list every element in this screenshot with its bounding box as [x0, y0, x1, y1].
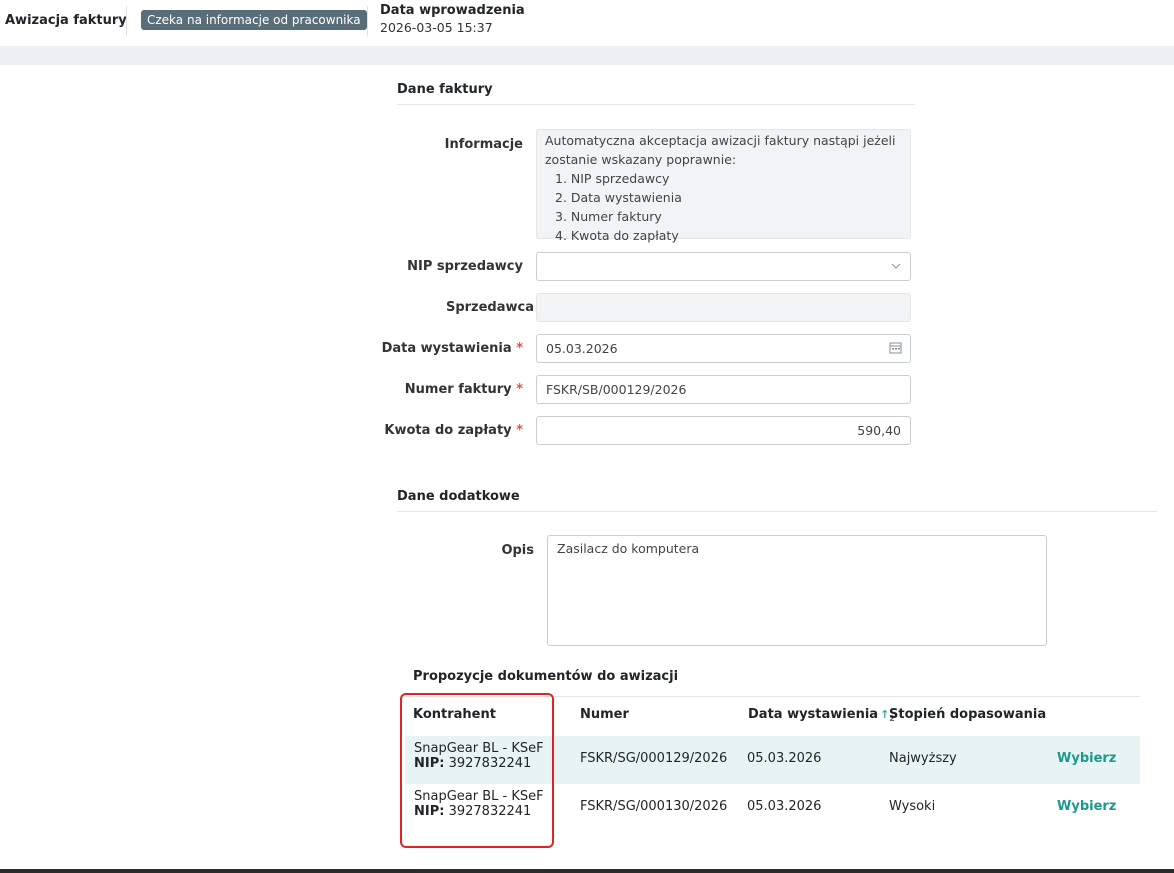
invoice-section-title: Dane faktury	[397, 82, 493, 97]
entry-date-value: 2026-03-05 15:37	[380, 20, 493, 35]
bottom-border	[0, 869, 1174, 873]
contractor-nip: NIP: 3927832241	[414, 756, 544, 771]
info-item: 3. Numer faktury	[555, 209, 662, 224]
section-divider	[397, 511, 1157, 512]
required-mark: *	[516, 382, 523, 397]
number-cell: FSKR/SG/000129/2026	[580, 751, 728, 766]
contractor-cell: SnapGear BL - KSeF NIP: 3927832241	[414, 741, 544, 771]
contractor-nip: NIP: 3927832241	[414, 804, 544, 819]
invoice-number-label-text: Numer faktury	[404, 382, 512, 397]
table-row[interactable]: SnapGear BL - KSeF NIP: 3927832241 FSKR/…	[405, 736, 1140, 784]
description-label: Opis	[501, 543, 534, 558]
chevron-down-icon[interactable]	[890, 253, 902, 290]
header-band	[0, 46, 1174, 65]
nip-prefix: NIP:	[414, 756, 445, 771]
required-mark: *	[516, 341, 523, 356]
column-header-number[interactable]: Numer	[580, 707, 629, 722]
header-divider	[126, 6, 127, 36]
info-box: Automatyczna akceptacja awizacji faktury…	[536, 129, 911, 243]
contractor-name: SnapGear BL - KSeF	[414, 741, 544, 756]
sort-arrow: ↑	[880, 708, 890, 721]
invoice-number-label: Numer faktury *	[405, 382, 523, 397]
issue-date-value: 05.03.2026	[546, 341, 618, 356]
amount-value: 590,40	[857, 423, 901, 438]
section-divider	[397, 104, 915, 105]
required-mark: *	[516, 423, 523, 438]
match-cell: Wysoki	[889, 799, 936, 814]
info-item: 1. NIP sprzedawcy	[555, 171, 670, 186]
nip-select[interactable]	[536, 252, 911, 281]
info-label: Informacje	[444, 137, 523, 152]
select-button[interactable]: Wybierz	[1057, 799, 1116, 814]
additional-section-title: Dane dodatkowe	[397, 489, 520, 504]
invoice-number-input[interactable]: FSKR/SB/000129/2026	[536, 375, 911, 404]
status-badge: Czeka na informacje od pracownika	[141, 10, 367, 30]
table-divider	[405, 696, 1140, 697]
date-cell: 05.03.2026	[747, 751, 822, 766]
column-header-contractor[interactable]: Kontrahent	[413, 707, 496, 722]
seller-label: Sprzedawca	[445, 300, 534, 315]
issue-date-label-text: Data wystawienia	[381, 341, 512, 356]
seller-field	[536, 293, 911, 322]
issue-date-header-label: Data wystawienia	[748, 707, 879, 722]
page-title: Awizacja faktury	[5, 13, 127, 28]
amount-label: Kwota do zapłaty *	[384, 423, 523, 438]
entry-date-label: Data wprowadzenia	[380, 3, 525, 18]
select-button[interactable]: Wybierz	[1057, 751, 1116, 766]
info-item: 2. Data wystawienia	[555, 190, 682, 205]
proposals-title: Propozycje dokumentów do awizacji	[413, 669, 679, 684]
nip-label: NIP sprzedawcy	[407, 259, 523, 274]
contractor-cell: SnapGear BL - KSeF NIP: 3927832241	[414, 789, 544, 819]
table-row[interactable]: SnapGear BL - KSeF NIP: 3927832241 FSKR/…	[405, 784, 1140, 832]
issue-date-label: Data wystawienia *	[382, 341, 523, 356]
header-divider	[367, 6, 368, 36]
date-cell: 05.03.2026	[747, 799, 822, 814]
invoice-number-value: FSKR/SB/000129/2026	[546, 382, 687, 397]
nip-number: 3927832241	[448, 804, 532, 819]
match-cell: Najwyższy	[889, 751, 957, 766]
nip-prefix: NIP:	[414, 804, 445, 819]
column-header-issue-date[interactable]: Data wystawienia ↑2	[748, 707, 895, 723]
calendar-icon[interactable]	[889, 335, 902, 372]
amount-label-text: Kwota do zapłaty	[384, 423, 512, 438]
column-header-match[interactable]: Stopień dopasowania	[889, 707, 1046, 722]
nip-number: 3927832241	[448, 756, 532, 771]
contractor-name: SnapGear BL - KSeF	[414, 789, 544, 804]
number-cell: FSKR/SG/000130/2026	[580, 799, 728, 814]
page-header: Awizacja faktury Czeka na informacje od …	[0, 0, 1174, 46]
info-intro: Automatyczna akceptacja awizacji faktury…	[545, 133, 896, 167]
info-item: 4. Kwota do zapłaty	[555, 228, 679, 243]
amount-input[interactable]: 590,40	[536, 416, 911, 445]
issue-date-input[interactable]: 05.03.2026	[536, 334, 911, 363]
description-textarea[interactable]: Zasilacz do komputera	[547, 535, 1047, 646]
